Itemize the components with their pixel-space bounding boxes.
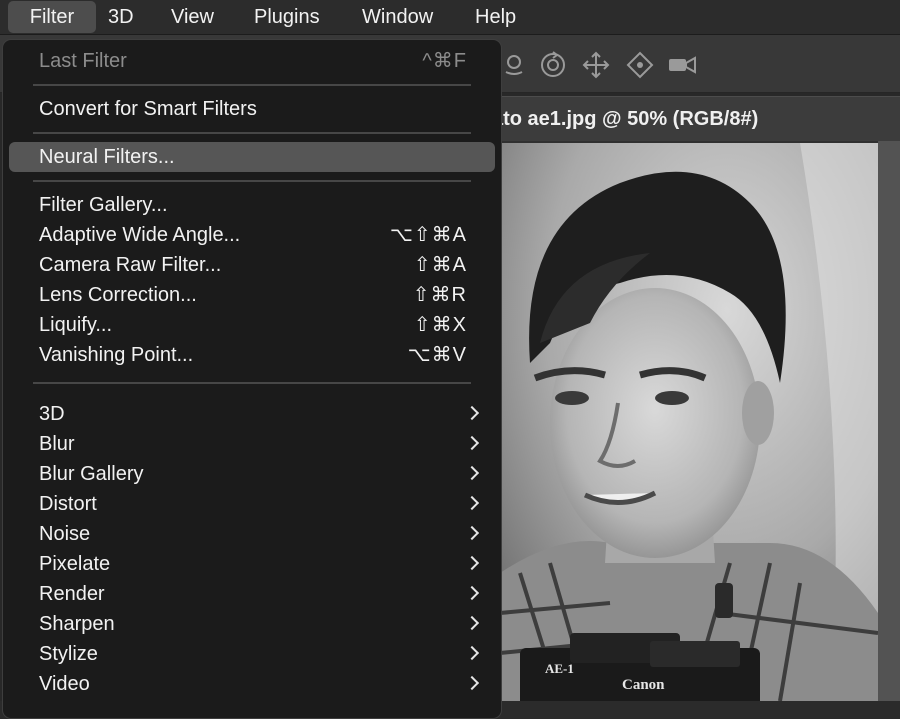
shortcut-adaptive-wide-angle: ⌥⇧⌘A xyxy=(389,224,467,246)
menu-item-lens-correction[interactable]: Lens Correction... ⇧⌘R xyxy=(3,280,501,310)
rotate-3d-icon[interactable] xyxy=(538,50,568,80)
chevron-right-icon xyxy=(464,555,480,571)
chevron-right-icon xyxy=(464,525,480,541)
menu-item-3d[interactable]: 3D xyxy=(3,399,501,429)
menu-item-noise[interactable]: Noise xyxy=(3,519,501,549)
shortcut-vanishing-point: ⌥⌘V xyxy=(407,344,467,366)
menu-item-sharpen[interactable]: Sharpen xyxy=(3,609,501,639)
chevron-right-icon xyxy=(464,435,480,451)
menu-item-blur-gallery[interactable]: Blur Gallery xyxy=(3,459,501,489)
camera-model-label: AE-1 xyxy=(545,661,574,676)
document-tab[interactable]: ato ae1.jpg @ 50% (RGB/8#) xyxy=(440,96,900,141)
chevron-right-icon xyxy=(464,585,480,601)
orbit-3d-icon[interactable] xyxy=(500,50,528,78)
menu-item-render[interactable]: Render xyxy=(3,579,501,609)
shortcut-last-filter: ^⌘F xyxy=(422,50,467,72)
chevron-right-icon xyxy=(464,675,480,691)
menu-item-blur[interactable]: Blur xyxy=(3,429,501,459)
chevron-right-icon xyxy=(464,495,480,511)
menu-item-neural-filters[interactable]: Neural Filters... xyxy=(9,142,495,172)
menu-filter[interactable]: Filter xyxy=(8,1,96,33)
document-tab-title: ato ae1.jpg @ 50% (RGB/8#) xyxy=(492,108,759,130)
chevron-right-icon xyxy=(464,615,480,631)
chevron-right-icon xyxy=(464,465,480,481)
canvas-right-edge xyxy=(878,141,900,701)
menu-item-vanishing-point[interactable]: Vanishing Point... ⌥⌘V xyxy=(3,340,501,370)
menu-item-pixelate[interactable]: Pixelate xyxy=(3,549,501,579)
photo-canvas[interactable]: AE-1 Canon xyxy=(500,143,878,701)
menu-item-last-filter: Last Filter ^⌘F xyxy=(3,46,501,76)
menu-item-filter-gallery[interactable]: Filter Gallery... xyxy=(3,190,501,220)
video-camera-icon[interactable] xyxy=(666,50,698,80)
chevron-right-icon xyxy=(464,645,480,661)
shortcut-lens-correction: ⇧⌘R xyxy=(412,284,467,306)
menu-3d[interactable]: 3D xyxy=(108,0,134,34)
slide-3d-icon[interactable] xyxy=(624,50,656,80)
pan-3d-icon[interactable] xyxy=(581,50,611,80)
shortcut-liquify: ⇧⌘X xyxy=(413,314,467,336)
camera-brand-label: Canon xyxy=(622,677,665,693)
chevron-right-icon xyxy=(464,405,480,421)
menu-separator xyxy=(33,382,471,384)
menu-item-distort[interactable]: Distort xyxy=(3,489,501,519)
menu-separator xyxy=(33,180,471,182)
menu-item-video[interactable]: Video xyxy=(3,669,501,699)
menu-item-camera-raw-filter[interactable]: Camera Raw Filter... ⇧⌘A xyxy=(3,250,501,280)
shortcut-camera-raw: ⇧⌘A xyxy=(413,254,467,276)
menu-separator xyxy=(33,132,471,134)
menu-item-convert-smart-filters[interactable]: Convert for Smart Filters xyxy=(3,94,501,124)
menu-window[interactable]: Window xyxy=(362,0,433,34)
menu-item-stylize[interactable]: Stylize xyxy=(3,639,501,669)
filter-menu: Last Filter ^⌘F Convert for Smart Filter… xyxy=(2,39,502,719)
menu-view[interactable]: View xyxy=(171,0,214,34)
menu-help[interactable]: Help xyxy=(475,0,516,34)
menu-item-adaptive-wide-angle[interactable]: Adaptive Wide Angle... ⌥⇧⌘A xyxy=(3,220,501,250)
menu-item-liquify[interactable]: Liquify... ⇧⌘X xyxy=(3,310,501,340)
menu-separator xyxy=(33,84,471,86)
menu-bar: Filter 3D View Plugins Window Help xyxy=(0,0,900,35)
menu-plugins[interactable]: Plugins xyxy=(254,0,320,34)
